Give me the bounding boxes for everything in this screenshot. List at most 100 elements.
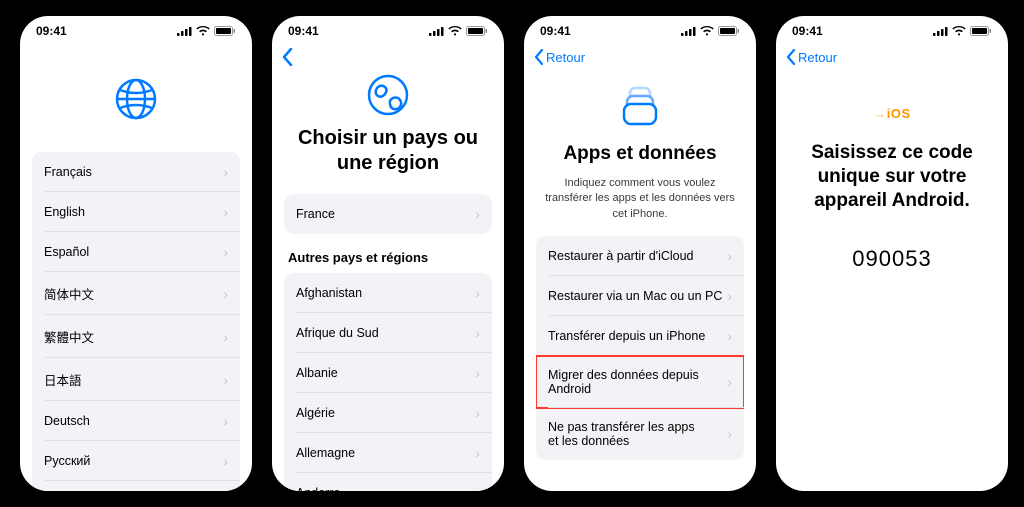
list-item-label: Restaurer à partir d'iCloud: [548, 249, 694, 263]
status-bar: 09:41: [524, 16, 756, 42]
ios-logo-text: iOS: [887, 106, 911, 121]
list-item-label: Afghanistan: [296, 286, 362, 300]
list-item-label: 简体中文: [44, 284, 94, 303]
chevron-right-icon: ›: [223, 164, 228, 180]
globe-region-icon: [367, 74, 409, 116]
content: Choisir un pays ou une région France› Au…: [272, 70, 504, 491]
list-item[interactable]: Русский›: [32, 441, 240, 481]
list-item-label: Restaurer via un Mac ou un PC: [548, 289, 722, 303]
globe-icon: [115, 78, 157, 120]
list-item[interactable]: Allemagne›: [284, 433, 492, 473]
list-item-label: Español: [44, 245, 89, 259]
back-label: Retour: [798, 51, 837, 64]
back-label: Retour: [546, 51, 585, 64]
hero-icon: [536, 70, 744, 142]
language-list: Français› English› Español› 简体中文› 繁體中文› …: [32, 152, 240, 491]
hero-icon: [32, 42, 240, 152]
list-item[interactable]: Restaurer via un Mac ou un PC›: [536, 276, 744, 316]
list-item-label: Albanie: [296, 366, 338, 380]
chevron-right-icon: ›: [475, 285, 480, 301]
status-icons: [933, 26, 992, 36]
list-item-label: France: [296, 207, 335, 221]
list-item-label: Migrer des données depuis Android: [548, 368, 727, 396]
chevron-right-icon: ›: [727, 248, 732, 264]
battery-icon: [718, 26, 740, 36]
apps-stack-icon: [615, 80, 665, 130]
status-icons: [177, 26, 236, 36]
signal-icon: [429, 26, 444, 36]
back-button[interactable]: [282, 48, 293, 66]
page-title: Apps et données: [536, 142, 744, 176]
status-bar: 09:41: [20, 16, 252, 42]
status-bar: 09:41: [272, 16, 504, 42]
status-time: 09:41: [288, 24, 319, 38]
list-item[interactable]: Transférer depuis un iPhone›: [536, 316, 744, 356]
chevron-right-icon: ›: [475, 206, 480, 222]
list-item[interactable]: Ne pas transférer les apps et les donnée…: [536, 408, 744, 460]
list-item[interactable]: Français ›: [32, 152, 240, 192]
wifi-icon: [700, 26, 714, 36]
status-icons: [429, 26, 488, 36]
content: →iOS Saisissez ce code unique sur votre …: [776, 70, 1008, 491]
nav-bar: Retour: [776, 42, 1008, 70]
list-item[interactable]: Afrique du Sud›: [284, 313, 492, 353]
list-item-label: Français: [44, 165, 92, 179]
wifi-icon: [448, 26, 462, 36]
nav-bar: [272, 42, 504, 70]
status-time: 09:41: [36, 24, 67, 38]
phone-screen-language: 09:41 Français› English› Español› 简体中文› …: [20, 16, 252, 491]
list-item-label: 日本語: [44, 370, 82, 389]
list-item-label: Andorre: [296, 486, 340, 491]
chevron-right-icon: ›: [223, 372, 228, 388]
list-item[interactable]: Español ›: [32, 232, 240, 272]
list-item[interactable]: 简体中文›: [32, 272, 240, 315]
list-item[interactable]: Deutsch›: [32, 401, 240, 441]
list-item[interactable]: Albanie ›: [284, 353, 492, 393]
page-subtitle: Indiquez comment vous voulez transférer …: [536, 176, 744, 236]
wifi-icon: [952, 26, 966, 36]
content: Français› English› Español› 简体中文› 繁體中文› …: [20, 42, 252, 491]
status-time: 09:41: [540, 24, 571, 38]
list-item-label: Ne pas transférer les apps et les donnée…: [548, 420, 708, 448]
list-item-label: Deutsch: [44, 414, 90, 428]
status-icons: [681, 26, 740, 36]
status-time: 09:41: [792, 24, 823, 38]
chevron-right-icon: ›: [475, 365, 480, 381]
move-to-ios-logo: →iOS: [788, 70, 996, 141]
chevron-right-icon: ›: [223, 244, 228, 260]
status-bar: 09:41: [776, 16, 1008, 42]
chevron-right-icon: ›: [223, 453, 228, 469]
list-item-label: 繁體中文: [44, 327, 94, 346]
back-button[interactable]: Retour: [534, 49, 585, 65]
list-item[interactable]: Andorre ›: [284, 473, 492, 491]
chevron-right-icon: ›: [475, 485, 480, 491]
section-header: Autres pays et régions: [284, 234, 492, 273]
battery-icon: [466, 26, 488, 36]
chevron-right-icon: ›: [475, 445, 480, 461]
chevron-right-icon: ›: [223, 204, 228, 220]
list-item[interactable]: Restaurer à partir d'iCloud ›: [536, 236, 744, 276]
phone-screen-apps-data: 09:41 Retour Apps et données Indiquez co…: [524, 16, 756, 491]
nav-bar: Retour: [524, 42, 756, 70]
chevron-right-icon: ›: [727, 426, 732, 442]
battery-icon: [214, 26, 236, 36]
list-item[interactable]: Português›: [32, 481, 240, 491]
list-item[interactable]: France ›: [284, 194, 492, 234]
battery-icon: [970, 26, 992, 36]
list-item[interactable]: Algérie›: [284, 393, 492, 433]
signal-icon: [177, 26, 192, 36]
signal-icon: [933, 26, 948, 36]
chevron-right-icon: ›: [727, 374, 732, 390]
list-item[interactable]: English›: [32, 192, 240, 232]
back-button[interactable]: Retour: [786, 49, 837, 65]
list-item-migrate-android[interactable]: Migrer des données depuis Android›: [536, 356, 744, 408]
list-item[interactable]: 日本語 ›: [32, 358, 240, 401]
wifi-icon: [196, 26, 210, 36]
phone-screen-country: 09:41 Choisir un pays ou une région Fran…: [272, 16, 504, 491]
list-item[interactable]: 繁體中文 ›: [32, 315, 240, 358]
list-item[interactable]: Afghanistan ›: [284, 273, 492, 313]
page-title: Saisissez ce code unique sur votre appar…: [788, 141, 996, 212]
chevron-right-icon: ›: [223, 329, 228, 345]
chevron-right-icon: ›: [475, 405, 480, 421]
content: Apps et données Indiquez comment vous vo…: [524, 70, 756, 491]
